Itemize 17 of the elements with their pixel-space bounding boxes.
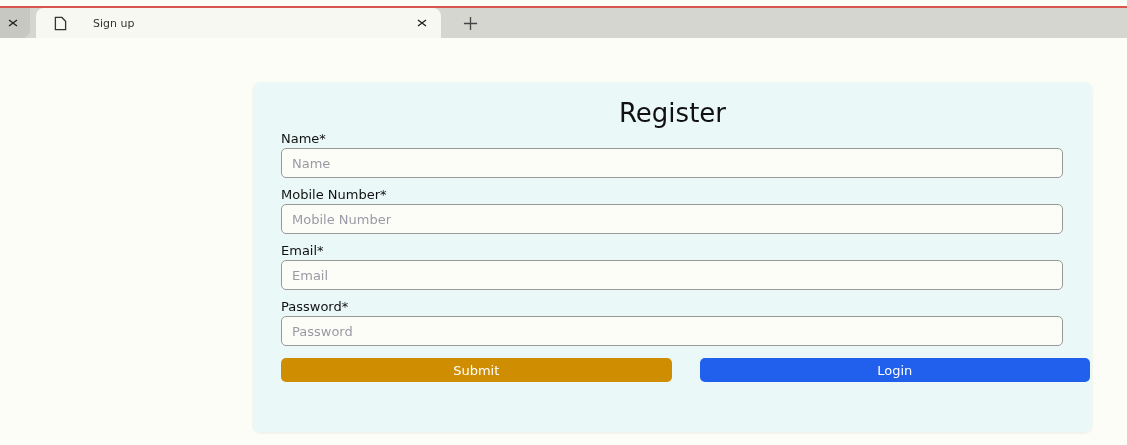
browser-tab[interactable]: Sign up <box>36 8 441 38</box>
browser-tab[interactable] <box>0 8 30 38</box>
login-button[interactable]: Login <box>699 358 1090 382</box>
field-label: Password* <box>281 298 350 316</box>
input-field[interactable]: Email <box>281 260 1063 290</box>
input-field[interactable]: Password <box>281 316 1063 346</box>
page-icon <box>54 15 67 31</box>
submit-button[interactable]: Submit <box>281 358 672 382</box>
field-label: Mobile Number* <box>281 186 388 204</box>
form-title: Register <box>617 98 727 128</box>
close-icon[interactable] <box>417 18 427 28</box>
close-icon[interactable] <box>8 18 18 28</box>
new-tab-icon[interactable] <box>463 16 478 31</box>
input-field[interactable]: Mobile Number <box>281 204 1063 234</box>
field-label: Name* <box>281 130 327 148</box>
field-label: Email* <box>281 242 325 260</box>
input-field[interactable]: Name <box>281 148 1063 178</box>
